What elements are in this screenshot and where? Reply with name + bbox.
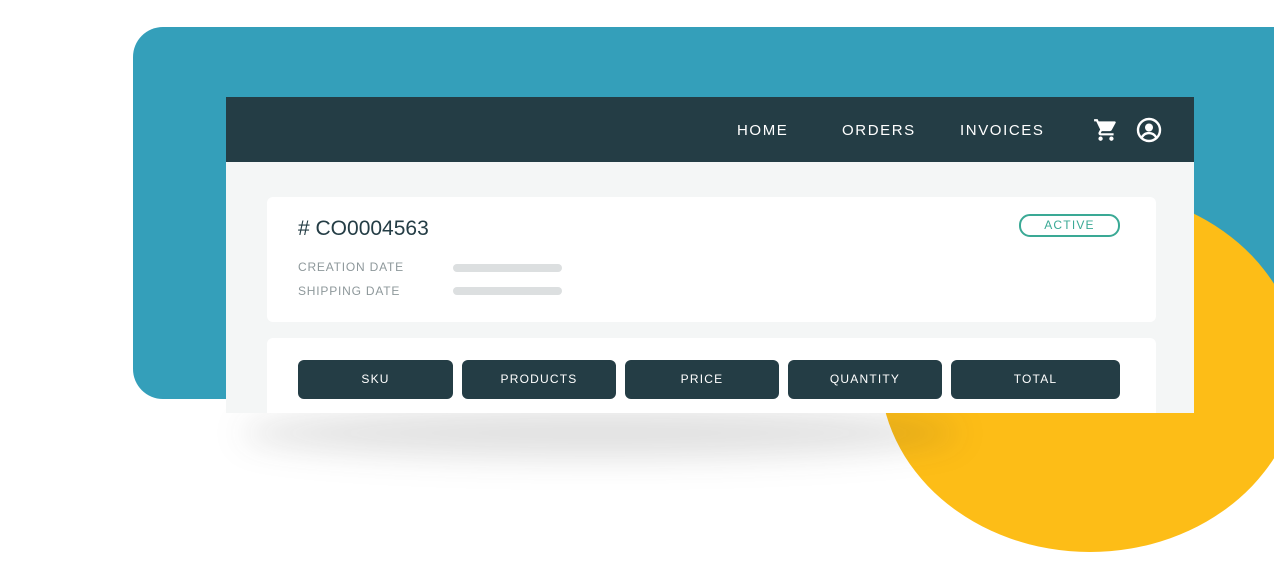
order-number: # CO0004563 — [298, 217, 429, 240]
column-header-quantity[interactable]: QUANTITY — [788, 360, 942, 399]
column-header-total[interactable]: TOTAL — [951, 360, 1120, 399]
column-header-sku[interactable]: SKU — [298, 360, 453, 399]
nav-invoices-link[interactable]: INVOICES — [960, 122, 1044, 140]
app-window: HOME ORDERS INVOICES # CO0004563 ACTIVE … — [226, 97, 1194, 413]
order-summary-card: # CO0004563 ACTIVE CREATION DATE SHIPPIN… — [267, 197, 1156, 322]
account-icon[interactable] — [1136, 117, 1162, 143]
column-header-price[interactable]: PRICE — [625, 360, 779, 399]
status-badge: ACTIVE — [1019, 214, 1120, 237]
nav-home-link[interactable]: HOME — [737, 122, 788, 140]
order-items-table: SKU PRODUCTS PRICE QUANTITY TOTAL — [267, 338, 1156, 413]
top-navbar: HOME ORDERS INVOICES — [226, 97, 1194, 162]
column-header-products[interactable]: PRODUCTS — [462, 360, 616, 399]
shipping-date-label: SHIPPING DATE — [298, 284, 401, 298]
shipping-date-placeholder — [453, 287, 562, 295]
cart-icon[interactable] — [1093, 117, 1119, 143]
window-drop-shadow — [240, 408, 960, 458]
nav-orders-link[interactable]: ORDERS — [842, 122, 916, 140]
creation-date-label: CREATION DATE — [298, 260, 404, 274]
creation-date-placeholder — [453, 264, 562, 272]
